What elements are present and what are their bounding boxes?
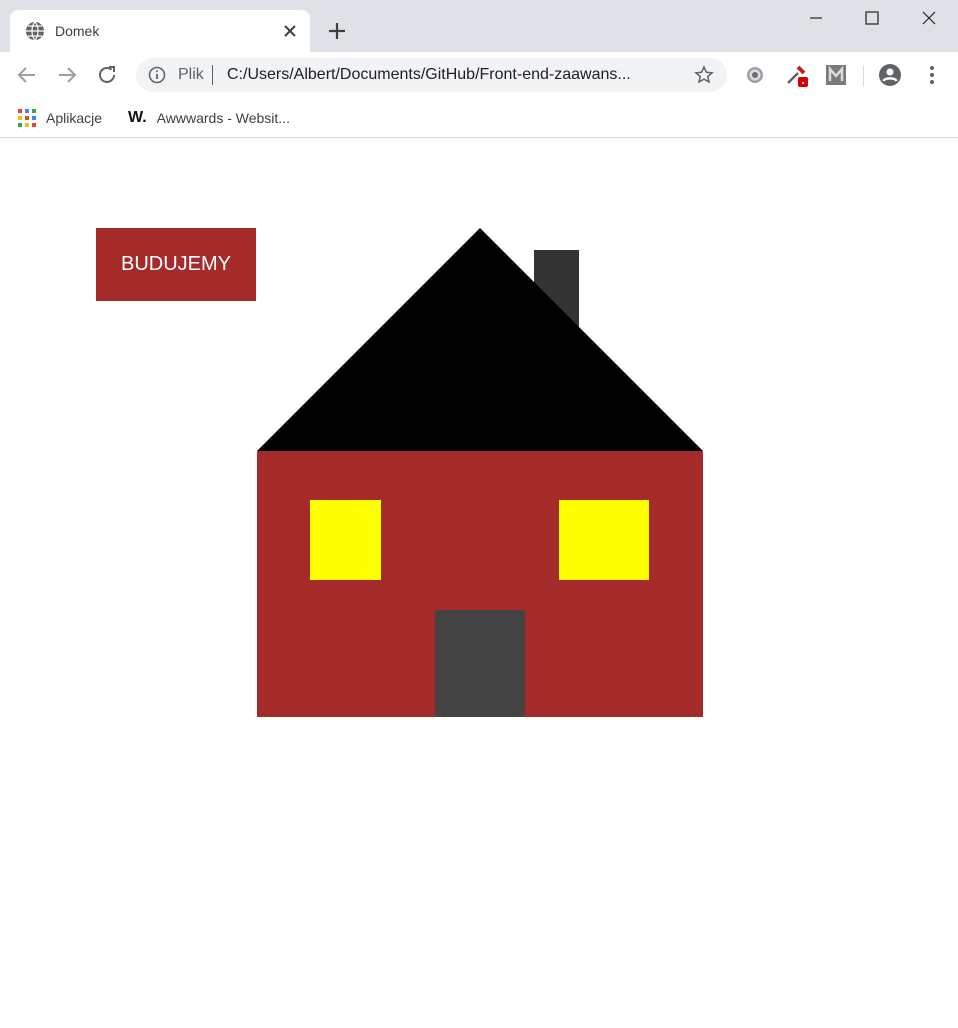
house-window-right	[559, 500, 649, 580]
globe-icon	[26, 21, 44, 41]
house-door	[435, 610, 525, 717]
tab-title: Domek	[55, 23, 100, 39]
toolbar: Plik C:/Users/Albert/Documents/GitHub/Fr…	[0, 52, 958, 98]
bookmark-label: Awwwards - Websit...	[156, 110, 290, 126]
gear-extension-icon[interactable]	[743, 63, 767, 87]
house-window-left	[310, 500, 381, 580]
plus-icon[interactable]	[326, 20, 348, 42]
apps-icon	[18, 109, 36, 127]
back-arrow-icon[interactable]	[15, 63, 39, 87]
menu-dots-icon[interactable]	[920, 63, 944, 87]
bookmarks-bar: Aplikacje W. Awwwards - Websit...	[0, 98, 958, 138]
url-text[interactable]: C:/Users/Albert/Documents/GitHub/Front-e…	[227, 66, 677, 84]
tab-domek[interactable]: Domek	[10, 10, 310, 52]
build-button[interactable]: BUDUJEMY	[96, 228, 256, 301]
url-scheme: Plik	[178, 66, 204, 83]
bookmark-awwwards[interactable]: W. Awwwards - Websit...	[128, 106, 290, 130]
bookmark-label: Aplikacje	[46, 110, 103, 126]
info-icon[interactable]	[148, 66, 166, 84]
awwwards-icon: W.	[128, 109, 147, 126]
eyedropper-extension-icon[interactable]	[784, 63, 808, 87]
url-separator	[212, 65, 213, 85]
house-roof	[257, 228, 703, 451]
close-icon[interactable]	[280, 21, 300, 41]
forward-arrow-icon[interactable]	[55, 63, 79, 87]
minimize-icon[interactable]	[801, 4, 831, 34]
reload-icon[interactable]	[95, 63, 119, 87]
maximize-icon[interactable]	[857, 4, 887, 34]
tab-strip: Domek	[0, 0, 958, 52]
window-close-icon[interactable]	[914, 4, 944, 34]
toolbar-divider	[863, 66, 864, 86]
bookmark-apps[interactable]: Aplikacje	[18, 106, 102, 130]
address-bar[interactable]: Plik C:/Users/Albert/Documents/GitHub/Fr…	[136, 58, 727, 92]
star-icon[interactable]	[694, 65, 714, 85]
page-content: BUDUJEMY	[0, 139, 958, 1028]
avatar-icon[interactable]	[878, 63, 902, 87]
browser-window: Domek Plik C:/Users/Albert/Documents/Git…	[0, 0, 958, 1028]
m-extension-icon[interactable]	[824, 63, 848, 87]
